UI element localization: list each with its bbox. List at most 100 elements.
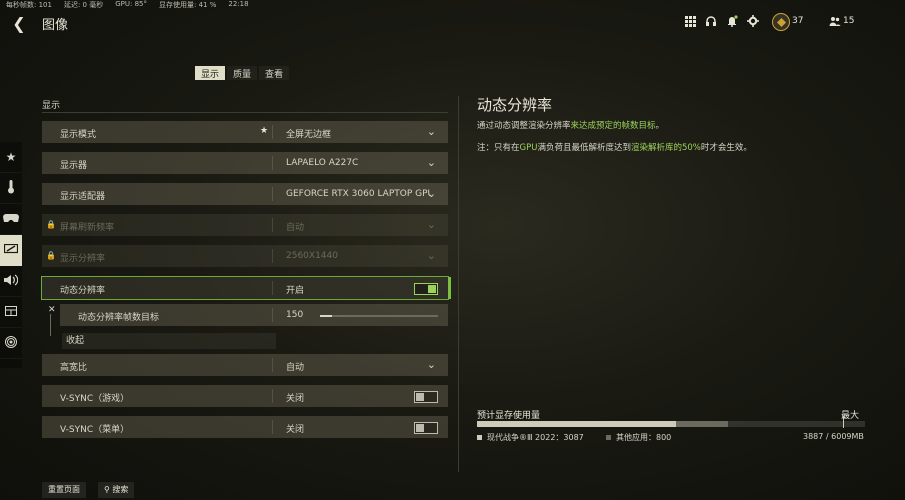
row-vsync-game[interactable]: V-SYNC（游戏） 关闭 xyxy=(42,385,448,407)
row-aspect-ratio[interactable]: 高宽比 自动 ⌄ xyxy=(42,354,448,376)
row-display-adapter[interactable]: 显示适配器 GEFORCE RTX 3060 LAPTOP GPU ⌄ xyxy=(42,183,448,205)
vsync-game-toggle[interactable] xyxy=(414,391,438,403)
collapse-button[interactable]: 收起 xyxy=(62,333,276,349)
note-highlight-percent: 50% xyxy=(681,143,701,153)
reset-page-button[interactable]: 重置页面 xyxy=(42,482,86,498)
section-header: 显示 xyxy=(42,98,448,113)
bell-icon[interactable] xyxy=(725,14,739,28)
tab-quality[interactable]: 质量 xyxy=(227,66,258,80)
row-divider xyxy=(272,156,273,170)
fps-target-slider[interactable] xyxy=(320,315,438,317)
status-latency: 延迟: 0 毫秒 xyxy=(63,1,104,9)
status-fps: 每秒帧数: 101 xyxy=(6,1,52,9)
aspect-ratio-label: 高宽比 xyxy=(60,363,88,373)
desc-text-end: 。 xyxy=(655,121,665,131)
lock-icon: 🔒 xyxy=(46,251,56,260)
search-button[interactable]: ⚲ 搜索 xyxy=(98,482,135,498)
detail-note: 注：只有在GPU满负荷且最低解析度达到渲染解析库的50%时才会生效。 xyxy=(477,141,752,153)
row-divider xyxy=(272,281,273,295)
row-display-mode[interactable]: 显示模式 ★ 全屏无边框 ⌄ xyxy=(42,121,448,143)
vram-game-fill xyxy=(477,421,676,427)
dynamic-resolution-value: 开启 xyxy=(286,286,305,296)
refresh-rate-value: 自动 xyxy=(286,223,305,233)
friends-icon[interactable] xyxy=(828,14,842,28)
row-fps-target[interactable]: 动态分辨率帧数目标 150 xyxy=(60,304,448,326)
toggle-knob xyxy=(416,424,424,432)
row-refresh-rate: 🔒 屏幕刷新频率 自动 ⌄ xyxy=(42,214,448,236)
desc-highlight: 来达成预定的帧数目标 xyxy=(570,121,656,131)
row-divider xyxy=(272,308,273,322)
rail-audio[interactable] xyxy=(0,266,22,297)
vram-legend-game: 现代战争®Ⅲ 2022：3087 xyxy=(477,432,584,443)
thermometer-icon xyxy=(7,179,15,197)
headset-icon[interactable] xyxy=(704,14,718,28)
display-icon xyxy=(3,243,19,257)
fps-target-label: 动态分辨率帧数目标 xyxy=(78,313,160,323)
vram-max-tick xyxy=(843,416,844,428)
chevron-down-icon: ⌄ xyxy=(426,187,436,200)
rail-graphics[interactable] xyxy=(0,235,22,266)
friends-online-count: 15 xyxy=(843,16,855,26)
chevron-down-icon: ⌄ xyxy=(426,218,436,231)
row-resolution: 🔒 显示分辨率 2560X1440 ⌄ xyxy=(42,245,448,267)
resolution-value: 2560X1440 xyxy=(286,251,338,261)
grid-menu-icon[interactable] xyxy=(683,14,697,28)
panel-divider xyxy=(458,96,459,472)
resolution-label: 显示分辨率 xyxy=(60,254,106,264)
row-divider xyxy=(272,389,273,403)
page-title: 图像 xyxy=(42,18,69,33)
status-gpu: GPU: 85° xyxy=(115,0,147,8)
row-divider xyxy=(272,420,273,434)
status-bar: 每秒帧数: 101 延迟: 0 毫秒 GPU: 85° 显存使用量: 41 % … xyxy=(6,0,249,10)
broadcast-icon xyxy=(5,335,17,351)
legend-other-text: 其他应用：800 xyxy=(616,433,672,442)
row-divider xyxy=(272,249,273,263)
row-divider xyxy=(272,358,273,372)
rail-favorites[interactable]: ★ xyxy=(0,142,22,173)
rail-network[interactable] xyxy=(0,328,22,359)
monitor-value: LAPAELO A227C xyxy=(286,158,359,168)
dynamic-resolution-toggle[interactable] xyxy=(414,283,438,295)
gamepad-icon xyxy=(3,212,19,226)
display-adapter-value: GEFORCE RTX 3060 LAPTOP GPU xyxy=(286,189,431,199)
desc-text: 通过动态调整渲染分辨率 xyxy=(477,121,571,131)
rail-general[interactable] xyxy=(0,173,22,204)
chevron-down-icon: ⌄ xyxy=(426,249,436,262)
vsync-menu-toggle[interactable] xyxy=(414,422,438,434)
status-vram: 显存使用量: 41 % xyxy=(158,1,217,9)
vram-legend-other: 其他应用：800 xyxy=(606,432,671,443)
vram-total: 3887 / 6009MB xyxy=(803,432,864,441)
lock-icon: 🔒 xyxy=(46,220,56,229)
legend-swatch xyxy=(606,435,611,440)
vsync-menu-label: V-SYNC（菜单） xyxy=(60,425,130,435)
tab-view[interactable]: 查看 xyxy=(259,66,290,80)
grid-icon xyxy=(5,305,17,319)
back-button[interactable]: ❮ xyxy=(8,12,30,34)
vsync-menu-value: 关闭 xyxy=(286,425,305,435)
toggle-knob xyxy=(428,285,436,293)
row-vsync-menu[interactable]: V-SYNC（菜单） 关闭 xyxy=(42,416,448,438)
rank-emblem-icon[interactable] xyxy=(772,13,790,31)
note-text-f: 时才会生效。 xyxy=(700,143,752,153)
tree-connector xyxy=(50,314,51,336)
row-divider xyxy=(272,125,273,139)
vsync-game-label: V-SYNC（游戏） xyxy=(60,394,130,404)
refresh-rate-label: 屏幕刷新频率 xyxy=(60,223,115,233)
note-highlight-gpu: GPU xyxy=(519,143,538,153)
legend-game-text: 现代战争®Ⅲ 2022：3087 xyxy=(487,433,584,442)
gear-icon[interactable] xyxy=(746,14,760,28)
legend-swatch xyxy=(477,435,482,440)
row-dynamic-resolution[interactable]: 动态分辨率 开启 xyxy=(41,276,451,300)
vram-label: 预计显存使用量 xyxy=(477,411,541,421)
rail-controller[interactable] xyxy=(0,204,22,235)
dynamic-resolution-label: 动态分辨率 xyxy=(60,286,106,296)
speaker-icon xyxy=(4,274,19,289)
rank-level-count: 37 xyxy=(792,16,804,26)
star-icon: ★ xyxy=(5,150,17,164)
vram-bar xyxy=(477,421,865,427)
row-monitor[interactable]: 显示器 LAPAELO A227C ⌄ xyxy=(42,152,448,174)
search-icon: ⚲ xyxy=(104,485,110,494)
rail-interface[interactable] xyxy=(0,297,22,328)
favorite-star-icon[interactable]: ★ xyxy=(260,126,268,136)
tab-display[interactable]: 显示 xyxy=(195,66,226,80)
